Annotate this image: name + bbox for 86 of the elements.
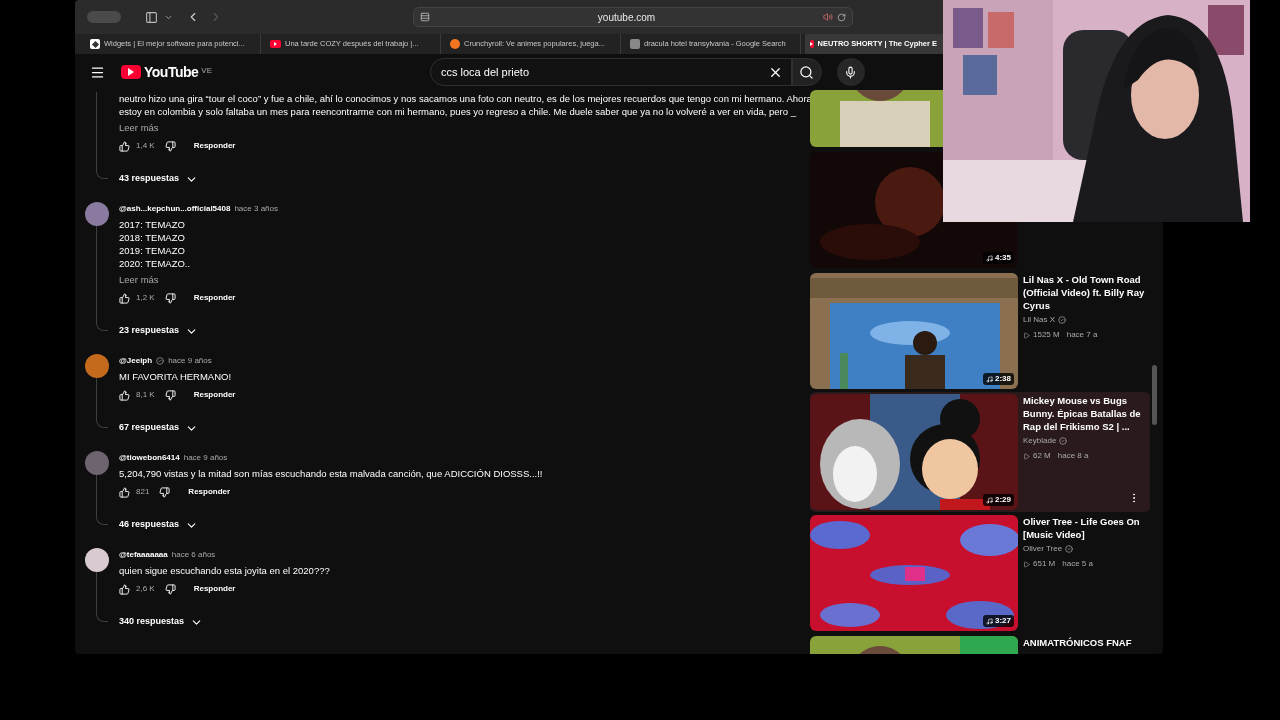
like-count: 2,6 K	[136, 583, 155, 595]
widgets-icon	[90, 39, 100, 49]
comment-author[interactable]: @tefaaaaaaa	[119, 549, 168, 561]
play-icon	[1023, 560, 1030, 568]
like-count: 8,1 K	[136, 389, 155, 401]
replies-toggle[interactable]: 67 respuestas	[119, 419, 199, 437]
play-icon	[1023, 331, 1030, 339]
video-title[interactable]: ANIMATRÓNICOS FNAF	[1023, 636, 1146, 649]
video-title[interactable]: Oliver Tree - Life Goes On [Music Video]	[1023, 515, 1146, 541]
comment-author[interactable]: @Jeeiph	[119, 355, 153, 367]
channel-name[interactable]: Lil Nas X	[1023, 314, 1055, 326]
like-icon[interactable]	[119, 389, 130, 401]
video-age: hace 5 a	[1062, 558, 1093, 570]
thread-line	[96, 475, 108, 525]
dislike-icon[interactable]	[164, 389, 176, 401]
like-icon[interactable]	[119, 486, 130, 498]
reply-button[interactable]: Responder	[193, 292, 236, 304]
view-count: 651 M	[1033, 558, 1056, 570]
reply-button[interactable]: Responder	[193, 389, 236, 401]
site-icon	[630, 39, 640, 49]
like-icon[interactable]	[119, 292, 130, 304]
reply-button[interactable]: Responder	[188, 486, 231, 498]
replies-toggle[interactable]: 340 respuestas	[119, 613, 204, 631]
replies-toggle[interactable]: 46 respuestas	[119, 516, 199, 534]
avatar[interactable]	[85, 354, 109, 378]
comment-time[interactable]: hace 9 años	[168, 355, 212, 367]
youtube-logo[interactable]: YouTube VE	[121, 61, 212, 83]
view-count: 62 M	[1033, 450, 1051, 462]
duration-badge: 4:35	[983, 252, 1014, 264]
search-button[interactable]	[792, 58, 822, 86]
reply-button[interactable]: Responder	[193, 583, 236, 595]
comment-text: MI FAVORITA HERMANO!	[119, 370, 233, 383]
reply-button[interactable]: Responder	[193, 140, 236, 152]
read-more-link[interactable]: Leer más	[119, 121, 159, 134]
like-icon[interactable]	[119, 583, 130, 595]
comment-author[interactable]: @tiowebon6414	[119, 452, 180, 464]
avatar[interactable]	[85, 548, 109, 572]
microphone-icon	[844, 65, 858, 79]
comment-text: 2017: TEMAZO 2018: TEMAZO 2019: TEMAZO 2020: TEMAZO..	[119, 218, 192, 270]
dislike-icon[interactable]	[164, 292, 176, 304]
channel-name[interactable]: Oliver Tree	[1023, 543, 1063, 555]
search-field[interactable]: ccs loca del prieto	[430, 58, 792, 86]
duration-badge: 2:38	[983, 373, 1014, 385]
video-card-highlight[interactable]: 2:29 Mickey Mouse vs Bugs Bunny. Épicas Batallas de Rap del Frikismo S2 | ... Keyblade 62 M hace 8 a	[810, 392, 1150, 512]
read-more-link[interactable]: Leer más	[119, 273, 159, 286]
dislike-icon[interactable]	[164, 583, 176, 595]
search-input[interactable]: ccs loca del prieto	[441, 63, 768, 81]
scrollbar-thumb[interactable]	[1152, 365, 1157, 425]
replies-toggle[interactable]: 23 respuestas	[119, 322, 199, 340]
url-text: youtube.com	[596, 10, 657, 25]
like-count: 1,4 K	[136, 140, 155, 152]
comment-text: quien sigue escuchando esta joyita en el 2020???	[119, 564, 331, 577]
duration-badge: 3:27	[983, 615, 1014, 627]
like-icon[interactable]	[119, 140, 130, 152]
play-logo-icon	[270, 40, 281, 48]
video-title[interactable]: Mickey Mouse vs Bugs Bunny. Épicas Batallas de Rap del Frikismo S2 | ...	[1023, 394, 1146, 433]
like-count: 1,2 K	[136, 292, 155, 304]
play-logo-icon	[810, 40, 814, 48]
site-icon	[450, 39, 460, 49]
video-age: hace 7 a	[1066, 329, 1098, 341]
comment-time[interactable]: hace 9 años	[183, 452, 228, 464]
search-icon	[799, 64, 815, 80]
like-count: 821	[136, 486, 150, 498]
replies-toggle[interactable]: 43 respuestas	[119, 170, 199, 188]
comment-time[interactable]: hace 6 años	[171, 549, 216, 561]
voice-search-button[interactable]	[837, 58, 865, 86]
comment-text: 5,204,790 vistas y la mitad son mías escuchando esta malvada canción, que ADICCIÓN DIOSSS...!!	[119, 467, 544, 480]
avatar[interactable]	[85, 202, 109, 226]
dislike-icon[interactable]	[159, 486, 171, 498]
comment-time[interactable]: hace 3 años	[234, 203, 278, 215]
reload-icon[interactable]	[837, 12, 846, 22]
address-bar[interactable]: youtube.com	[413, 7, 853, 27]
comment-author[interactable]: @ash...kepchun...official5408	[119, 203, 231, 215]
speaker-icon[interactable]	[823, 12, 833, 22]
thread-line	[96, 572, 108, 622]
sidebar-icon[interactable]	[145, 10, 158, 24]
play-icon	[1023, 452, 1030, 460]
channel-name[interactable]: Keyblade	[1023, 435, 1057, 447]
page-icon	[420, 12, 430, 22]
duration-badge: 2:29	[983, 494, 1014, 506]
video-age: hace 8 a	[1057, 450, 1089, 462]
video-title[interactable]: Lil Nas X - Old Town Road (Official Video) ft. Billy Ray Cyrus	[1023, 273, 1146, 312]
view-count: 1525 M	[1033, 329, 1060, 341]
dislike-icon[interactable]	[164, 140, 176, 152]
thread-line	[96, 378, 108, 428]
menu-icon[interactable]	[90, 64, 105, 80]
